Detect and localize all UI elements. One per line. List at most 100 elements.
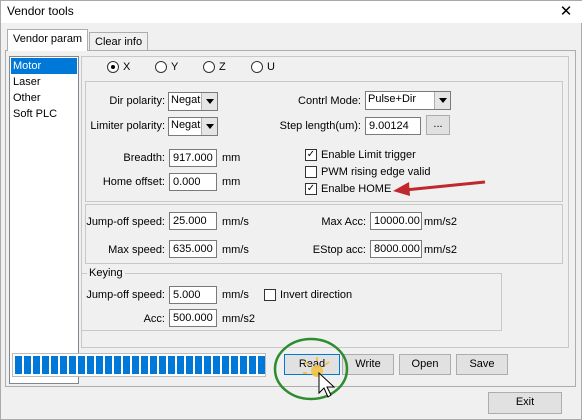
max-acc-unit: mm/s2 bbox=[424, 216, 457, 228]
progress-segment bbox=[69, 356, 76, 374]
enable-limit-trigger-checkbox[interactable]: ✓ bbox=[305, 149, 317, 161]
breadth-label: Breadth: bbox=[123, 152, 165, 164]
open-button[interactable]: Open bbox=[399, 354, 451, 375]
breadth-unit: mm bbox=[222, 152, 241, 164]
progress-segment bbox=[96, 356, 103, 374]
progress-segment bbox=[33, 356, 40, 374]
progress-segment bbox=[141, 356, 148, 374]
max-acc-input[interactable]: 10000.00 bbox=[370, 212, 422, 230]
keying-acc-label: Acc: bbox=[143, 313, 165, 325]
list-item-motor[interactable]: Motor bbox=[11, 58, 77, 74]
max-speed-input[interactable]: 635.000 bbox=[169, 240, 217, 258]
max-speed-label: Max speed: bbox=[108, 244, 165, 256]
home-offset-unit: mm bbox=[222, 176, 241, 188]
progress-segment bbox=[87, 356, 94, 374]
dir-polarity-select[interactable]: Negat bbox=[168, 92, 218, 111]
progress-segment bbox=[114, 356, 121, 374]
home-offset-input[interactable]: 0.000 bbox=[169, 173, 217, 191]
progress-segment bbox=[60, 356, 67, 374]
progress-segment bbox=[186, 356, 193, 374]
estop-acc-label: EStop acc: bbox=[312, 244, 366, 256]
chevron-down-icon bbox=[201, 93, 217, 110]
max-acc-label: Max Acc: bbox=[321, 216, 366, 228]
enable-home-label: Enalbe HOME bbox=[321, 183, 392, 195]
progress-bar bbox=[12, 353, 266, 377]
dir-polarity-label: Dir polarity: bbox=[109, 95, 165, 107]
exit-button[interactable]: Exit bbox=[488, 392, 562, 414]
estop-acc-input[interactable]: 8000.000 bbox=[370, 240, 422, 258]
chevron-down-icon bbox=[201, 118, 217, 135]
breadth-input[interactable]: 917.000 bbox=[169, 149, 217, 167]
tab-vendor-param[interactable]: Vendor param bbox=[7, 29, 89, 51]
progress-segment bbox=[15, 356, 22, 374]
radio-y-label: Y bbox=[171, 61, 179, 73]
keying-jumpoff-speed-unit: mm/s bbox=[222, 289, 249, 301]
progress-segment bbox=[24, 356, 31, 374]
list-item-soft-plc[interactable]: Soft PLC bbox=[11, 106, 77, 122]
progress-segment bbox=[159, 356, 166, 374]
radio-z[interactable] bbox=[203, 61, 215, 73]
green-circle-annotation bbox=[273, 337, 349, 401]
contrl-mode-label: Contrl Mode: bbox=[298, 95, 361, 107]
radio-u-label: U bbox=[267, 61, 275, 73]
red-arrow-annotation bbox=[393, 180, 486, 196]
progress-segment bbox=[249, 356, 256, 374]
jumpoff-speed-input[interactable]: 25.000 bbox=[169, 212, 217, 230]
progress-segment bbox=[231, 356, 238, 374]
step-length-input[interactable]: 9.00124 bbox=[365, 117, 421, 135]
pwm-rising-edge-checkbox[interactable] bbox=[305, 166, 317, 178]
list-item-other[interactable]: Other bbox=[11, 90, 77, 106]
click-burst bbox=[303, 357, 330, 377]
progress-segment bbox=[42, 356, 49, 374]
close-button[interactable]: ✕ bbox=[549, 1, 582, 23]
contrl-mode-value: Pulse+Dir bbox=[368, 93, 416, 105]
radio-u[interactable] bbox=[251, 61, 263, 73]
progress-segment bbox=[195, 356, 202, 374]
title-bar: Vendor tools ✕ bbox=[1, 1, 582, 23]
progress-segment bbox=[132, 356, 139, 374]
progress-segment bbox=[168, 356, 175, 374]
enable-limit-trigger-label: Enable Limit trigger bbox=[321, 149, 416, 161]
contrl-mode-select[interactable]: Pulse+Dir bbox=[365, 91, 451, 110]
arrow-shaft bbox=[404, 180, 486, 192]
list-item-laser[interactable]: Laser bbox=[11, 74, 77, 90]
keying-jumpoff-speed-label: Jump-off speed: bbox=[86, 289, 165, 301]
progress-segment bbox=[204, 356, 211, 374]
enable-home-checkbox[interactable]: ✓ bbox=[305, 183, 317, 195]
keying-acc-input[interactable]: 500.000 bbox=[169, 309, 217, 327]
save-button[interactable]: Save bbox=[456, 354, 508, 375]
pwm-rising-edge-label: PWM rising edge valid bbox=[321, 166, 431, 178]
radio-y[interactable] bbox=[155, 61, 167, 73]
keying-jumpoff-speed-input[interactable]: 5.000 bbox=[169, 286, 217, 304]
progress-segment bbox=[213, 356, 220, 374]
step-length-browse-button[interactable]: ... bbox=[426, 115, 450, 135]
progress-segment bbox=[51, 356, 58, 374]
limiter-polarity-label: Limiter polarity: bbox=[90, 120, 165, 132]
chevron-down-icon bbox=[434, 92, 450, 109]
progress-fill bbox=[15, 356, 265, 374]
progress-segment bbox=[177, 356, 184, 374]
invert-direction-checkbox[interactable] bbox=[264, 289, 276, 301]
radio-z-label: Z bbox=[219, 61, 226, 73]
step-length-label: Step length(um): bbox=[279, 120, 361, 132]
jumpoff-speed-label: Jump-off speed: bbox=[86, 216, 165, 228]
progress-segment bbox=[258, 356, 265, 374]
tab-clear-info[interactable]: Clear info bbox=[89, 32, 149, 50]
progress-segment bbox=[240, 356, 247, 374]
vendor-tools-window: Vendor tools ✕ Vendor param Clear info M… bbox=[0, 0, 582, 420]
progress-segment bbox=[150, 356, 157, 374]
limiter-polarity-select[interactable]: Negat bbox=[168, 117, 218, 136]
max-speed-unit: mm/s bbox=[222, 244, 249, 256]
jumpoff-speed-unit: mm/s bbox=[222, 216, 249, 228]
estop-acc-unit: mm/s2 bbox=[424, 244, 457, 256]
window-title: Vendor tools bbox=[7, 4, 74, 18]
keying-group-title: Keying bbox=[87, 267, 125, 279]
radio-x[interactable] bbox=[107, 61, 119, 73]
home-offset-label: Home offset: bbox=[102, 176, 165, 188]
limiter-polarity-value: Negat bbox=[171, 119, 201, 131]
category-list[interactable]: Motor Laser Other Soft PLC bbox=[9, 56, 79, 384]
progress-segment bbox=[222, 356, 229, 374]
dir-polarity-value: Negat bbox=[171, 94, 201, 106]
progress-segment bbox=[78, 356, 85, 374]
keying-acc-unit: mm/s2 bbox=[222, 313, 255, 325]
